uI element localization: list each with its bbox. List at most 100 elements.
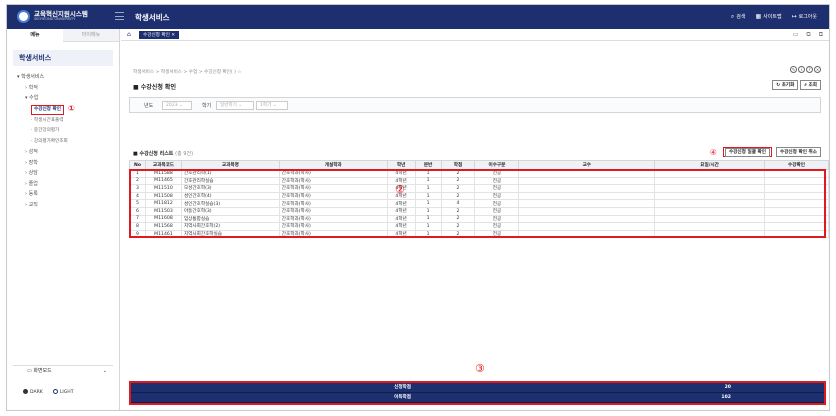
reset-button[interactable]: ↻ 초기화 [772, 80, 799, 90]
term-type-select[interactable]: 일반학기 ⌄ [216, 101, 254, 110]
col-course-type[interactable]: 이수구분 [474, 160, 520, 170]
sidebar-item-enrollment-check[interactable]: 수강신청 확인 ① [7, 104, 119, 116]
table-cell: 4학년 [386, 222, 416, 231]
restore-icon[interactable]: ⧉ [806, 31, 810, 39]
table-row[interactable]: 3 M11510 모성간호학(3) 간호학과(학사) 4학년 1 2 전공 [129, 184, 829, 193]
close-icon[interactable]: ✕ [171, 33, 175, 38]
theme-light-option[interactable]: LIGHT [52, 389, 74, 395]
table-row[interactable]: 5 M11812 성인간호학실습(3) 간호학과(학사) 4학년 1 4 전공 [129, 199, 829, 208]
table-cell[interactable] [764, 222, 829, 231]
search-action[interactable]: ⌕ 검색 [731, 13, 746, 21]
search-button[interactable]: ⌕ 조회 [800, 80, 821, 90]
table-row[interactable]: 2 M11465 간호관리학실습 간호학과(학사) 4학년 1 2 전공 [129, 176, 829, 186]
sidebar-item-scholarship[interactable]: › 장학 [7, 158, 119, 169]
col-credit[interactable]: 학점 [440, 160, 476, 170]
table-cell: 2 [440, 184, 476, 193]
radio-dark-icon [23, 389, 28, 394]
logout-action[interactable]: ↦ 로그아웃 [792, 13, 817, 21]
table-cell: 7 [129, 214, 146, 224]
info-icon[interactable]: i [798, 66, 805, 73]
sidebar-item-graduation[interactable]: › 졸업 [7, 179, 119, 190]
table-cell: M11461 [144, 229, 182, 239]
close-page-icon[interactable]: × [814, 66, 821, 73]
tab-menu[interactable]: 메뉴 [7, 29, 63, 42]
table-cell[interactable] [764, 199, 829, 208]
annotation-4: ④ [709, 147, 717, 157]
table-cell[interactable] [764, 214, 829, 224]
home-icon[interactable]: ⌂ [127, 31, 131, 38]
table-row[interactable]: 4 M11508 성인간호학(4) 간호학과(학사) 4학년 1 2 전공 [129, 191, 829, 201]
table-cell: 2 [440, 229, 476, 239]
table-header-row: No 교과목코드 교과목명 개설학과 학년 분반 학점 이수구분 교수 요일/시… [129, 160, 829, 170]
tab-enrollment-check[interactable]: 수강신청 확인 ✕ [139, 31, 180, 39]
col-subject[interactable]: 교과목명 [180, 160, 280, 170]
table-row[interactable]: 1 M11588 간호관리학(1) 간호학과(학사) 4학년 1 2 전공 [129, 169, 829, 178]
table-row[interactable]: 8 M11568 지역사회간호학(2) 간호학과(학사) 4학년 1 2 전공 [129, 222, 829, 231]
col-confirm[interactable]: 수강확인 [764, 160, 829, 170]
col-section[interactable]: 분반 [414, 160, 442, 170]
col-professor[interactable]: 교수 [518, 160, 656, 170]
sidebar-item-timetable-print[interactable]: · 학생시간표출력 [7, 116, 119, 127]
table-cell: 전공 [474, 229, 520, 239]
sidebar-item-registration[interactable]: › 등록 [7, 189, 119, 200]
table-cell: 간호학과(학사) [278, 191, 388, 201]
table-cell: 4학년 [386, 206, 416, 216]
edit-icon[interactable]: ✎ [790, 66, 797, 73]
logo-emblem-icon [17, 10, 30, 23]
minimize-icon[interactable]: ▭ [793, 31, 799, 39]
table-row[interactable]: 7 M11608 임상통합실습 간호학과(학사) 4학년 1 2 전공 [129, 214, 829, 224]
sidebar-item-academic-record[interactable]: › 학적 [7, 83, 119, 94]
requested-credit-label: 신청학점 [394, 385, 411, 390]
menu-toggle-icon[interactable] [115, 12, 124, 20]
table-cell[interactable] [764, 184, 829, 193]
screen-mode-toggle[interactable]: ▭ 화면모드 ⌄ [13, 365, 113, 376]
table-cell: 4학년 [386, 214, 416, 224]
table-cell: 전공 [474, 184, 520, 193]
table-cell[interactable] [764, 206, 829, 216]
sitemap-action[interactable]: ▦ 사이트맵 [755, 13, 781, 21]
table-cell: M11812 [144, 199, 182, 208]
sidebar-item-teaching[interactable]: › 교직 [7, 200, 119, 211]
col-department[interactable]: 개설학과 [278, 160, 388, 170]
logo-subtitle: SEOYEONG UNIVERSITY [34, 17, 76, 22]
sidebar-item-student-service[interactable]: ▾ 학생서비스 [7, 72, 119, 83]
col-year[interactable]: 학년 [386, 160, 416, 170]
table-cell: 간호학과(학사) [278, 222, 388, 231]
sidebar-item-class[interactable]: ▾ 수업 [7, 93, 119, 104]
year-select[interactable]: 2023 ⌄ [162, 101, 192, 110]
sidebar-item-evaluation-check[interactable]: · 강의평가확인조회 [7, 137, 119, 148]
help-icon[interactable]: ? [806, 66, 813, 73]
table-cell: 전공 [474, 199, 520, 208]
sidebar-menu: ▾ 학생서비스 › 학적 ▾ 수업 수강신청 확인 ① · 학생시간표출력 · 중… [7, 72, 119, 210]
table-cell [654, 206, 766, 216]
col-code[interactable]: 교과목코드 [144, 160, 182, 170]
tab-my-menu[interactable]: 마이메뉴 [63, 29, 119, 42]
cancel-confirm-button[interactable]: 수강신청 확인 취소 [775, 147, 821, 157]
col-schedule[interactable]: 요일/시간 [654, 160, 766, 170]
sidebar-item-grades[interactable]: › 성적 [7, 147, 119, 158]
table-row[interactable]: 6 M11503 아동간호학(3) 간호학과(학사) 4학년 1 2 전공 [129, 206, 829, 216]
table-cell: 1 [129, 169, 146, 178]
table-cell: M11503 [144, 206, 182, 216]
term-select[interactable]: 1학기 ⌄ [256, 101, 288, 110]
table-cell: 4 [129, 191, 146, 201]
table-cell[interactable] [764, 191, 829, 201]
table-cell: 전공 [474, 206, 520, 216]
new-window-icon[interactable]: ⧉ [819, 31, 823, 39]
bulk-confirm-button[interactable]: 수강신청 일괄 확인 [724, 148, 770, 157]
sidebar-item-counseling[interactable]: › 상담 [7, 168, 119, 179]
sidebar-item-midterm-evaluation[interactable]: · 중간강의평가 [7, 126, 119, 137]
table-row[interactable]: 9 M11461 지역사회간호학실습 간호학과(학사) 4학년 1 2 전공 [129, 229, 829, 239]
table-cell[interactable] [764, 229, 829, 239]
logo[interactable]: 교육혁신지원시스템 SEOYEONG UNIVERSITY [17, 10, 88, 23]
table-cell[interactable] [764, 169, 829, 178]
table-cell: 전공 [474, 191, 520, 201]
table-cell [518, 229, 656, 239]
col-no[interactable]: No [129, 160, 146, 170]
sidebar: 메뉴 마이메뉴 학생서비스 ▾ 학생서비스 › 학적 ▾ 수업 수강신청 확인 ①… [7, 29, 120, 410]
table-cell: 간호관리학실습 [180, 176, 280, 186]
summary-highlight: 신청학점 20 이득학점 102 [129, 381, 826, 405]
table-cell: 4학년 [386, 199, 416, 208]
theme-dark-option[interactable]: DARK [23, 389, 43, 395]
table-cell[interactable] [764, 176, 829, 186]
